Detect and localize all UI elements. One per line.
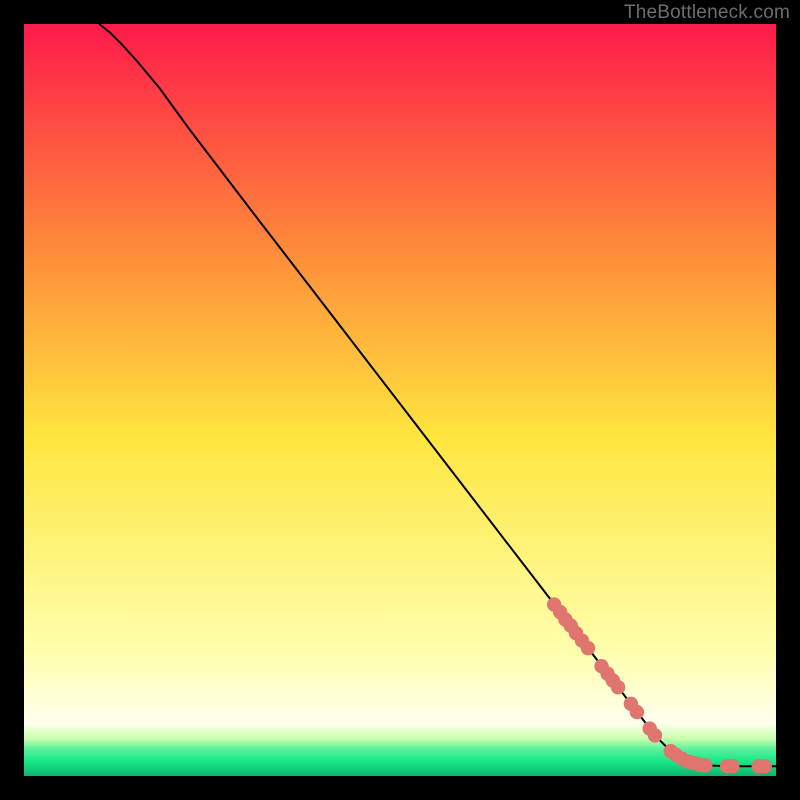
chart-plot [24, 24, 776, 776]
data-marker [758, 759, 772, 773]
data-marker [581, 641, 595, 655]
attribution-text: TheBottleneck.com [624, 2, 790, 24]
data-marker [725, 759, 739, 773]
gradient-background [24, 24, 776, 776]
data-marker [630, 705, 644, 719]
chart-frame: TheBottleneck.com [0, 0, 800, 800]
data-marker [648, 728, 662, 742]
data-marker [611, 680, 625, 694]
data-marker [698, 758, 712, 772]
